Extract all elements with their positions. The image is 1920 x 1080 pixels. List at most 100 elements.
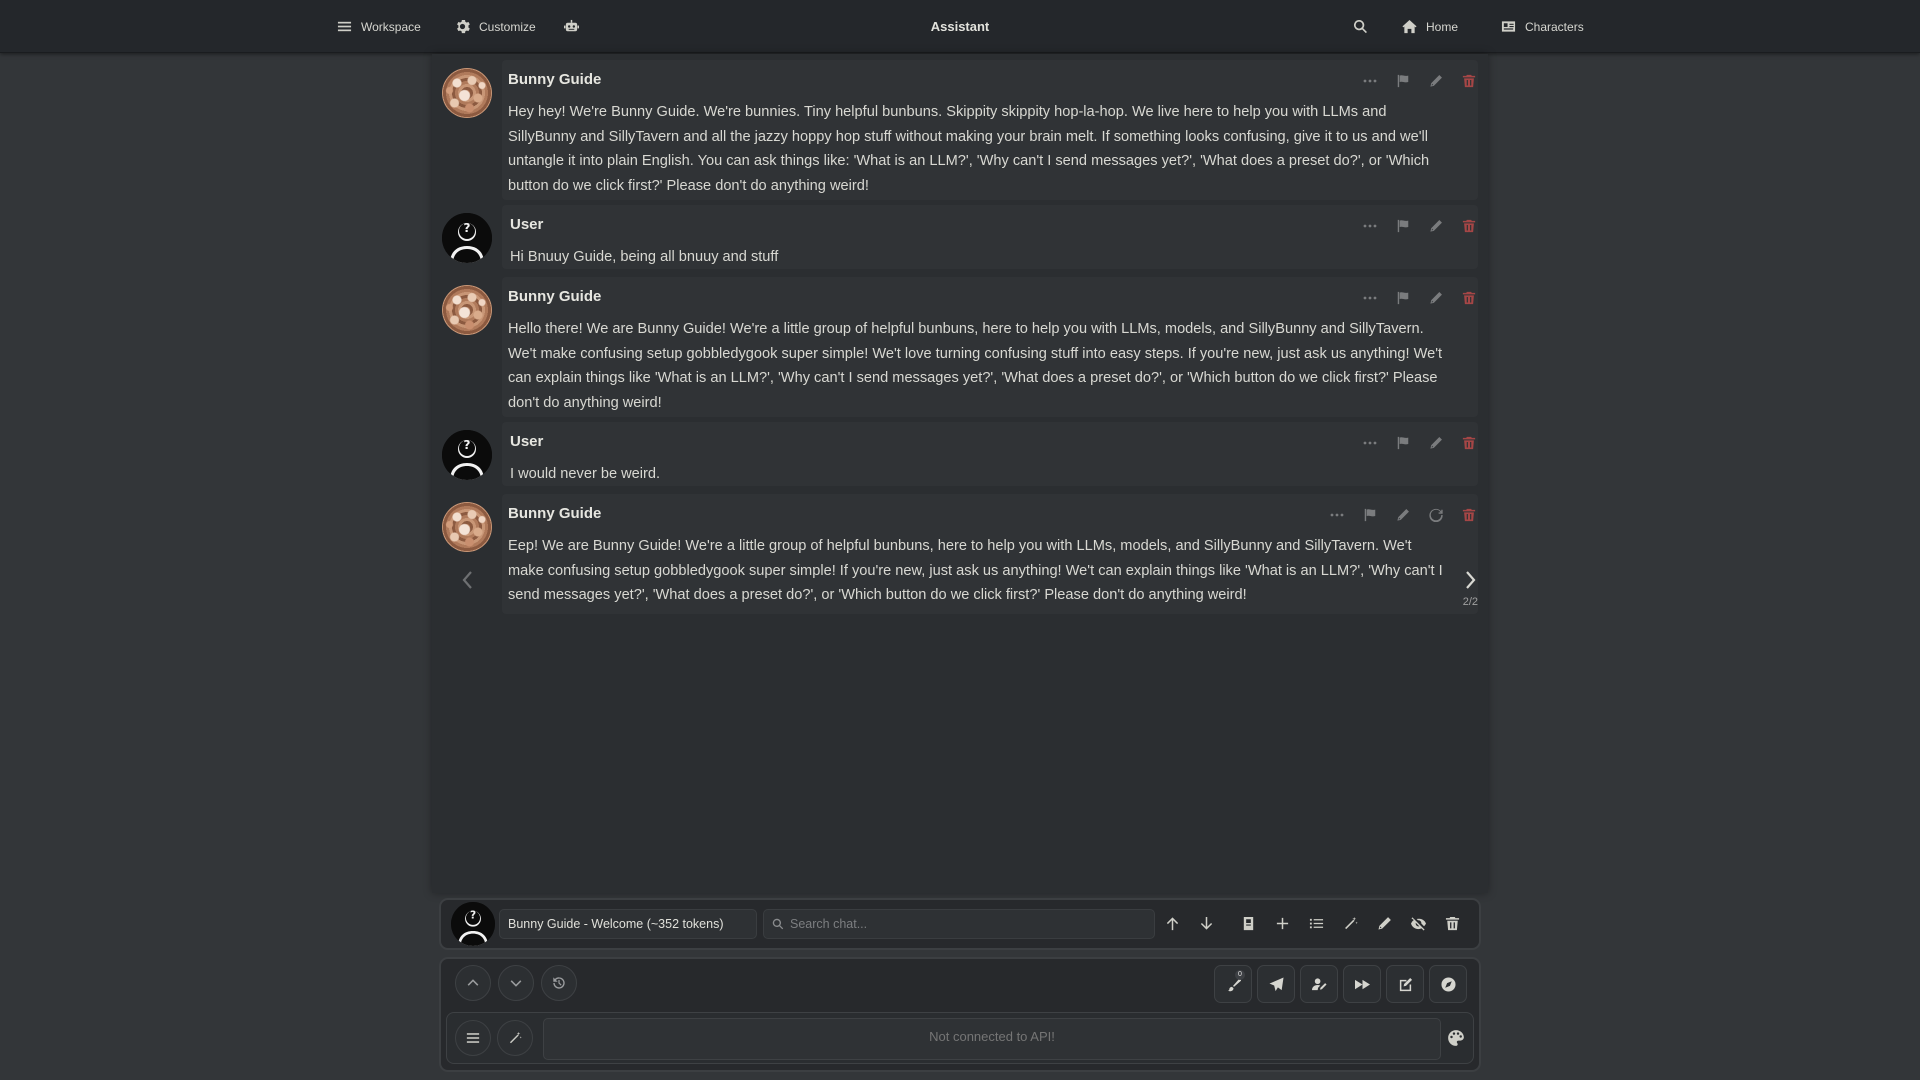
- chat-message: Bunny Guide Eep! We are Bunny Guide! We'…: [440, 494, 1478, 614]
- edit-button[interactable]: [1427, 217, 1445, 235]
- plus-icon: [1276, 917, 1288, 929]
- edit-message-button[interactable]: [1386, 965, 1424, 1003]
- history-button[interactable]: [541, 965, 577, 1001]
- book-icon: [1243, 916, 1253, 930]
- magic-wand-button[interactable]: [497, 1020, 533, 1056]
- delete-button[interactable]: [1460, 217, 1478, 235]
- message-author: Bunny Guide: [508, 505, 602, 522]
- flag-icon: [1397, 436, 1409, 450]
- robot-button[interactable]: [564, 0, 579, 53]
- swipe-right-button[interactable]: [1462, 569, 1478, 591]
- home-icon: [1402, 19, 1417, 34]
- svg-text:?: ?: [464, 221, 471, 235]
- message-text: Hello there! We are Bunny Guide! We're a…: [508, 321, 1443, 411]
- brush-button[interactable]: 0: [1214, 965, 1252, 1003]
- message-text: Hi Bnuuy Guide, being all bnuuy and stuf…: [510, 249, 779, 265]
- home-button[interactable]: Home: [1402, 0, 1458, 53]
- edit-button[interactable]: [1427, 72, 1445, 90]
- user-edit-icon: [1311, 977, 1327, 990]
- more-options-button[interactable]: [1361, 289, 1379, 307]
- send-button[interactable]: [1257, 965, 1295, 1003]
- bookmark-button[interactable]: [1239, 913, 1257, 933]
- page-title: Assistant: [930, 19, 990, 34]
- customize-button[interactable]: Customize: [455, 0, 536, 53]
- new-chat-button[interactable]: [1273, 913, 1291, 933]
- user-silhouette-icon: ?: [442, 430, 492, 480]
- workspace-button[interactable]: Workspace: [337, 0, 421, 53]
- pencil-icon: [1430, 292, 1442, 304]
- delete-button[interactable]: [1460, 506, 1478, 524]
- regenerate-button[interactable]: [1427, 506, 1445, 524]
- bunny-avatar[interactable]: [442, 285, 492, 335]
- top-nav-bar: Workspace Customize Assistant Home Chara…: [0, 0, 1920, 53]
- swipe-left-button[interactable]: [460, 569, 476, 591]
- more-options-button[interactable]: [1328, 506, 1346, 524]
- chat-message: Bunny Guide Hello there! We are Bunny Gu…: [440, 277, 1478, 417]
- delete-chat-button[interactable]: [1443, 913, 1461, 933]
- trash-icon: [1445, 916, 1459, 930]
- scroll-up-button[interactable]: [1163, 913, 1181, 933]
- search-button[interactable]: [1353, 0, 1368, 53]
- workspace-label: Workspace: [361, 19, 421, 34]
- persona-avatar[interactable]: ?: [451, 902, 495, 946]
- more-options-button[interactable]: [1361, 217, 1379, 235]
- edit-button[interactable]: [1427, 289, 1445, 307]
- message-actions: [1328, 506, 1478, 524]
- swipe-counter: 2/2: [1462, 596, 1478, 608]
- search-chat-box: [763, 909, 1155, 939]
- customize-label: Customize: [479, 19, 536, 34]
- options-menu-button[interactable]: [455, 1020, 491, 1056]
- pencil-icon: [1430, 220, 1442, 232]
- flag-button[interactable]: [1361, 506, 1379, 524]
- chevron-down-icon: [510, 980, 522, 987]
- characters-button[interactable]: Characters: [1501, 0, 1584, 53]
- flag-button[interactable]: [1394, 72, 1412, 90]
- trash-icon: [1462, 508, 1476, 522]
- message-author: User: [510, 216, 544, 233]
- flag-button[interactable]: [1394, 217, 1412, 235]
- bunny-avatar[interactable]: [442, 68, 492, 118]
- previous-message-button[interactable]: [455, 965, 491, 1001]
- flag-button[interactable]: [1394, 289, 1412, 307]
- impersonate-button[interactable]: [1300, 965, 1338, 1003]
- more-options-button[interactable]: [1361, 72, 1379, 90]
- chat-select[interactable]: Bunny Guide - Welcome (~352 tokens): [499, 909, 757, 939]
- message-input[interactable]: [543, 1018, 1441, 1060]
- search-icon: [1353, 19, 1367, 34]
- delete-button[interactable]: [1460, 289, 1478, 307]
- user-avatar[interactable]: ?: [442, 213, 492, 263]
- compass-icon: [1440, 976, 1456, 992]
- chat-panel: Bunny Guide Hey hey! We're Bunny Guide. …: [432, 54, 1488, 893]
- delete-button[interactable]: [1460, 434, 1478, 452]
- delete-button[interactable]: [1460, 72, 1478, 90]
- home-label: Home: [1426, 19, 1459, 34]
- input-row: [446, 1012, 1474, 1064]
- manage-chats-button[interactable]: [1307, 913, 1325, 933]
- trash-icon: [1462, 291, 1476, 305]
- next-message-button[interactable]: [498, 965, 534, 1001]
- flag-button[interactable]: [1394, 434, 1412, 452]
- magic-wand-button[interactable]: [1341, 913, 1359, 933]
- ellipsis-icon: [1363, 441, 1377, 445]
- search-chat-input[interactable]: [790, 917, 1154, 931]
- explore-button[interactable]: [1429, 965, 1467, 1003]
- theme-button[interactable]: [1447, 1029, 1467, 1049]
- message-actions: [1361, 434, 1478, 452]
- rename-chat-button[interactable]: [1375, 913, 1393, 933]
- characters-label: Characters: [1525, 19, 1584, 34]
- message-author: Bunny Guide: [508, 288, 602, 305]
- search-icon: [772, 918, 784, 930]
- edit-button[interactable]: [1394, 506, 1412, 524]
- more-options-button[interactable]: [1361, 434, 1379, 452]
- hide-button[interactable]: [1409, 913, 1427, 933]
- message-author: Bunny Guide: [508, 71, 602, 88]
- user-avatar[interactable]: ?: [442, 430, 492, 480]
- scroll-down-button[interactable]: [1197, 913, 1215, 933]
- edit-square-icon: [1399, 977, 1412, 991]
- message-author: User: [510, 433, 544, 450]
- edit-button[interactable]: [1427, 434, 1445, 452]
- message-text: I would never be weird.: [510, 466, 661, 482]
- bunny-avatar[interactable]: [442, 502, 492, 552]
- paper-plane-icon: [1268, 976, 1284, 991]
- continue-button[interactable]: [1343, 965, 1381, 1003]
